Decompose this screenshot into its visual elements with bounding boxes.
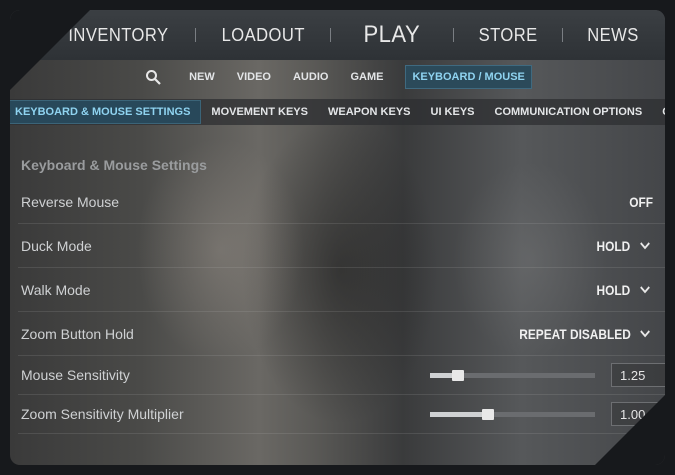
game-settings-window: INVENTORY LOADOUT PLAY STORE NEWS NEW VI…	[10, 10, 665, 465]
setting-row-zoom-button-hold: Zoom Button Hold REPEAT DISABLED	[18, 312, 665, 356]
mouse-sensitivity-input[interactable]: 1.25	[611, 363, 665, 387]
setting-label: Walk Mode	[21, 281, 91, 298]
reverse-mouse-toggle[interactable]: OFF	[629, 194, 653, 210]
nav-separator	[452, 28, 454, 42]
setting-label: Reverse Mouse	[21, 193, 120, 210]
chevron-down-icon	[639, 241, 651, 251]
setting-row-walk-mode: Walk Mode HOLD	[18, 268, 665, 312]
nav-separator	[330, 28, 332, 42]
setting-row-mouse-sensitivity: Mouse Sensitivity 1.25	[18, 356, 665, 395]
tab-new[interactable]: NEW	[189, 67, 215, 87]
walk-mode-dropdown[interactable]: HOLD	[597, 282, 651, 298]
tab-keyboard-mouse[interactable]: KEYBOARD / MOUSE	[405, 65, 532, 89]
slider-fill	[430, 411, 488, 417]
setting-label: Zoom Sensitivity Multiplier	[21, 406, 184, 422]
nav-loadout[interactable]: LOADOUT	[201, 25, 325, 46]
settings-subtabs: KEYBOARD & MOUSE SETTINGS MOVEMENT KEYS …	[10, 99, 665, 125]
chevron-down-icon	[639, 329, 651, 339]
settings-category-bar: NEW VIDEO AUDIO GAME KEYBOARD / MOUSE	[10, 64, 665, 90]
nav-play[interactable]: PLAY	[336, 21, 448, 49]
setting-value: OFF	[629, 193, 653, 210]
subtab-ui-keys[interactable]: UI KEYS	[421, 101, 485, 123]
setting-row-zoom-sensitivity: Zoom Sensitivity Multiplier 1.00	[18, 395, 665, 434]
setting-label: Mouse Sensitivity	[21, 367, 130, 383]
nav-separator	[194, 28, 196, 42]
nav-separator	[562, 28, 564, 42]
top-navigation-bar: INVENTORY LOADOUT PLAY STORE NEWS	[10, 10, 665, 60]
subtab-chat-wheel[interactable]: CHAT WHEEL KE	[652, 101, 665, 123]
zoom-sensitivity-slider[interactable]	[430, 408, 595, 420]
setting-value: REPEAT DISABLED	[519, 325, 631, 342]
tab-game[interactable]: GAME	[350, 67, 383, 87]
mouse-sensitivity-slider[interactable]	[430, 369, 595, 381]
section-title: Keyboard & Mouse Settings	[21, 157, 207, 173]
settings-panel: Keyboard & Mouse Settings Reverse Mouse …	[10, 150, 665, 434]
zoom-button-hold-dropdown[interactable]: REPEAT DISABLED	[519, 326, 651, 342]
setting-value: HOLD	[596, 281, 631, 298]
slider-handle[interactable]	[481, 408, 494, 420]
setting-label: Zoom Button Hold	[21, 325, 134, 342]
duck-mode-dropdown[interactable]: HOLD	[597, 238, 651, 254]
subtab-movement-keys[interactable]: MOVEMENT KEYS	[201, 101, 318, 123]
nav-news[interactable]: NEWS	[567, 25, 659, 46]
tab-audio[interactable]: AUDIO	[293, 67, 328, 87]
search-icon[interactable]	[143, 67, 163, 87]
slider-handle[interactable]	[452, 369, 465, 381]
setting-row-duck-mode: Duck Mode HOLD	[18, 224, 665, 268]
subtab-communication-options[interactable]: COMMUNICATION OPTIONS	[485, 101, 653, 123]
setting-label: Duck Mode	[21, 237, 92, 254]
subtab-weapon-keys[interactable]: WEAPON KEYS	[318, 101, 421, 123]
setting-row-reverse-mouse: Reverse Mouse OFF	[18, 180, 665, 224]
subtab-keyboard-mouse-settings[interactable]: KEYBOARD & MOUSE SETTINGS	[10, 100, 202, 124]
tab-video[interactable]: VIDEO	[237, 67, 271, 87]
chevron-down-icon	[639, 285, 651, 295]
nav-store[interactable]: STORE	[458, 25, 558, 46]
setting-value: HOLD	[596, 237, 631, 254]
